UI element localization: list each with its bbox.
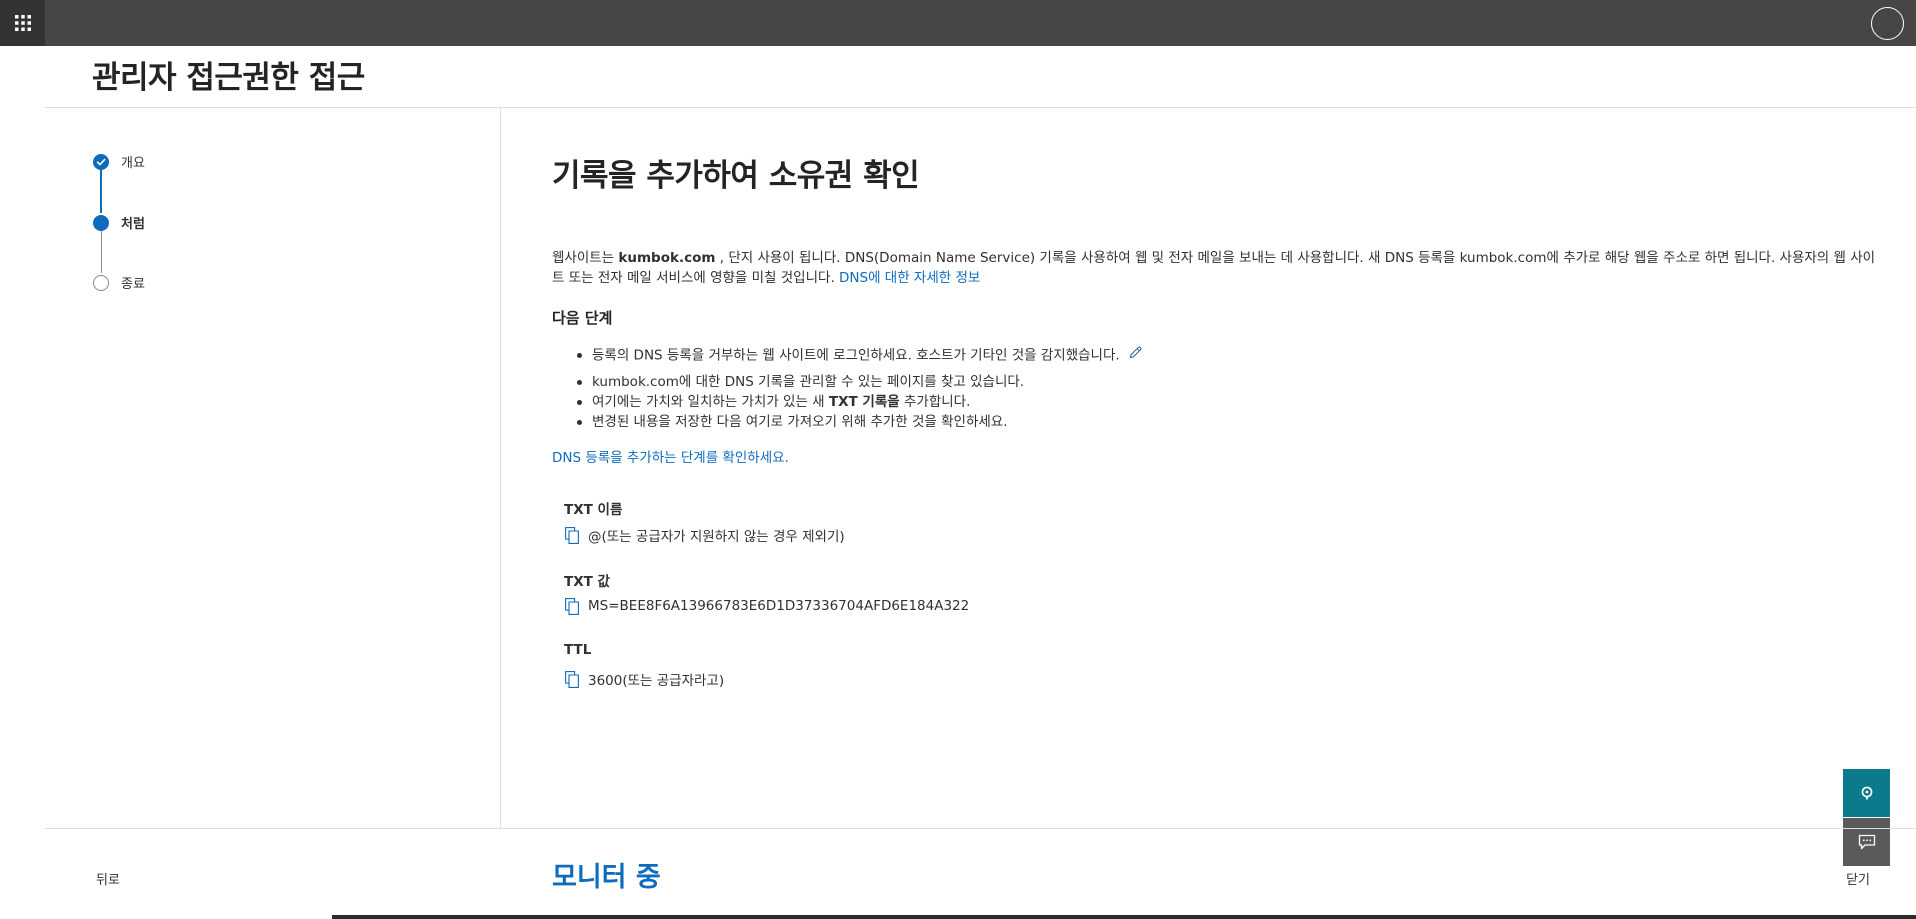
close-button[interactable]: 닫기 [1846, 869, 1870, 888]
edit-host-button[interactable] [1128, 345, 1143, 366]
step-label: 처럼 [121, 217, 145, 232]
page-title: 관리자 접근권한 접근 [92, 60, 365, 96]
title-divider [45, 107, 1916, 108]
txt-value-label: TXT 값 [564, 574, 610, 590]
bottom-strip [332, 915, 1916, 919]
list-item: 등록의 DNS 등록을 거부하는 웹 사이트에 로그인하세요. 호스트가 기타인… [577, 345, 1143, 366]
copy-txt-name-button[interactable] [564, 526, 580, 544]
app-launcher-button[interactable] [0, 0, 45, 46]
next-steps-title: 다음 단계 [552, 309, 613, 327]
copy-ttl-button[interactable] [564, 670, 580, 688]
dns-steps-link[interactable]: DNS 등록을 추가하는 단계를 확인하세요. [552, 446, 789, 466]
ttl-label: TTL [564, 642, 592, 658]
intro-domain: kumbok.com [618, 250, 716, 266]
feedback-icon [1858, 834, 1875, 850]
back-button[interactable]: 뒤로 [96, 869, 120, 888]
list-item: 여기에는 가치와 일치하는 가치가 있는 새 TXT 기록을 추가합니다. [577, 392, 1143, 412]
ttl-value: 3600(또는 공급자라고) [588, 673, 725, 689]
step-connector-2 [101, 229, 102, 273]
pencil-icon [1129, 346, 1142, 359]
intro-paragraph: 웹사이트는 kumbok.com , 단지 사용이 됩니다. DNS(Domai… [552, 248, 1882, 288]
checkmark-icon [96, 158, 106, 165]
help-button[interactable] [1843, 769, 1890, 817]
step-label: 개요 [121, 156, 145, 171]
waffle-icon [14, 15, 31, 31]
list-item-text: 등록의 DNS 등록을 거부하는 웹 사이트에 로그인하세요. 호스트가 기타인… [592, 347, 1120, 364]
footer-divider [45, 828, 1916, 829]
txt-name-label: TXT 이름 [564, 502, 623, 518]
list-item: 변경된 내용을 저장한 다음 여기로 가져오기 위해 추가한 것을 확인하세요. [577, 412, 1143, 432]
account-avatar[interactable] [1871, 7, 1904, 40]
copy-txt-value-button[interactable] [564, 597, 580, 615]
dns-learn-more-link[interactable]: DNS에 대한 자세한 정보 [839, 270, 980, 286]
step-complete-dot [93, 153, 109, 170]
copy-icon [565, 597, 579, 615]
main-heading: 기록을 추가하여 소유권 확인 [552, 158, 920, 194]
step-current-dot [93, 214, 109, 231]
ttl-value-row: 3600(또는 공급자라고) [564, 669, 724, 689]
txt-name-value: @(또는 공급자가 지원하지 않는 경우 제외기) [588, 529, 845, 545]
list-item-text: 여기에는 가치와 일치하는 가치가 있는 새 [592, 394, 829, 410]
step-pending-dot [93, 274, 109, 291]
progress-step-overview: 개요 [93, 152, 145, 171]
next-steps-list: 등록의 DNS 등록을 거부하는 웹 사이트에 로그인하세요. 호스트가 기타인… [577, 345, 1143, 432]
step-connector-1 [100, 168, 102, 213]
progress-step-finish: 종료 [93, 273, 145, 292]
feedback-button[interactable] [1843, 818, 1890, 866]
txt-value-row: MS=BEE8F6A13966783E6D1D37336704AFD6E184A… [564, 597, 969, 615]
monitoring-status: 모니터 중 [552, 862, 661, 893]
top-bar [0, 0, 1916, 46]
list-item-bold: TXT 기록을 [828, 394, 900, 410]
list-item-text: 추가합니다. [899, 394, 971, 410]
help-icon [1861, 786, 1872, 800]
txt-name-value-row: @(또는 공급자가 지원하지 않는 경우 제외기) [564, 525, 845, 545]
txt-value: MS=BEE8F6A13966783E6D1D37336704AFD6E184A… [588, 598, 970, 614]
intro-text: 웹사이트는 [552, 250, 619, 266]
progress-step-current: 처럼 [93, 213, 145, 232]
list-item: kumbok.com에 대한 DNS 기록을 관리할 수 있는 페이지를 찾고 … [577, 372, 1143, 392]
intro-text: , 단지 사용이 됩니다. DNS(Domain Name Service) 기… [552, 250, 1876, 286]
step-label: 종료 [121, 277, 145, 292]
copy-icon [565, 526, 579, 544]
copy-icon [565, 670, 579, 688]
pane-divider [500, 108, 501, 828]
